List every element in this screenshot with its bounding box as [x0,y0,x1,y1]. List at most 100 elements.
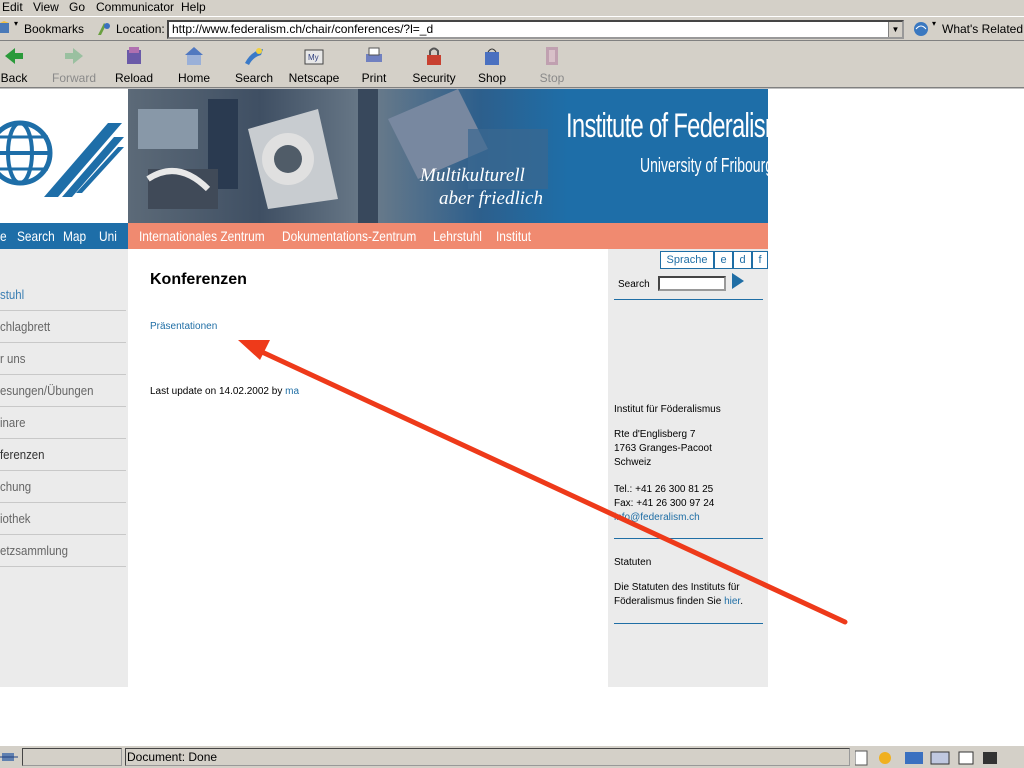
menu-help[interactable]: Help [181,0,206,14]
whats-related-icon[interactable] [912,20,932,38]
menu-bar: Edit View Go Communicator Help [0,0,1024,16]
whats-related-button[interactable]: What's Related [942,22,1023,36]
right-column: Sprache e d f Search Institut für Födera… [608,249,768,687]
forward-label: Forward [51,71,96,85]
url-input[interactable]: http://www.federalism.ch/chair/conferenc… [167,20,904,39]
site-search: Search [618,273,744,291]
sidebar-item-gesetzsammlung[interactable]: etzsammlung [0,535,126,567]
progress-bar [22,748,122,766]
address-line3: Schweiz [614,457,652,468]
telephone: Tel.: +41 26 300 81 25 [614,484,714,495]
page-title: Konferenzen [150,271,247,288]
nav-map-link[interactable]: Map [63,228,86,244]
address-line1: Rte d'Englisberg 7 [614,429,696,440]
divider [614,538,763,539]
location-icon [98,23,110,35]
sidebar-item-bibliothek[interactable]: iothek [0,503,126,535]
statuten-heading: Statuten [614,557,652,568]
menu-view[interactable]: View [33,0,59,14]
nav-search-link[interactable]: Search [17,228,55,244]
back-arrow-icon [5,48,23,64]
sidebar-item-seminare[interactable]: inare [0,407,126,439]
search-go-icon[interactable] [732,273,744,289]
menu-go[interactable]: Go [69,0,85,14]
connection-icon [0,753,18,761]
back-label: Back [0,71,28,85]
praesentationen-link[interactable]: Präsentationen [150,321,217,332]
sidebar-item-anschlagbrett[interactable]: chlagbrett [0,311,126,343]
forward-button[interactable]: Forward [44,43,104,87]
author-link[interactable]: ma [285,386,299,397]
banner-motto-line2: aber friedlich [439,188,543,209]
shop-bag-icon [485,48,499,65]
sidebar: stuhl chlagbrett r uns esungen/Übungen i… [0,249,128,687]
last-update-text: Last update on 14.02.2002 by [150,386,283,397]
bookmarks-button[interactable]: Bookmarks [24,22,84,36]
stop-label: Stop [539,71,565,85]
web-page: Institute of Federalism University of Fr… [0,89,1024,745]
print-label: Print [361,71,387,85]
divider [614,299,763,300]
security-button[interactable]: Security [404,43,464,87]
search-label: Search [234,71,274,85]
lang-f-button[interactable]: f [752,251,768,269]
nav-dokumentations-zentrum[interactable]: Dokumentations-Zentrum [282,228,416,244]
svg-text:My: My [308,53,319,62]
nav-home-link[interactable]: e [0,228,7,244]
search-button[interactable]: Search [224,43,284,87]
banner-title: Institute of Federalism [566,107,768,145]
menu-communicator[interactable]: Communicator [96,0,174,14]
banner-subtitle: University of Fribourg [640,155,768,177]
shop-button[interactable]: Shop [462,43,522,87]
globe-logo-icon [0,120,124,197]
sidebar-item-lehrstuhl[interactable]: stuhl [0,279,126,311]
sidebar-item-vorlesungen[interactable]: esungen/Übungen [0,375,126,407]
header-banner: Institute of Federalism University of Fr… [128,89,768,223]
status-field [125,748,850,766]
status-bar: Document: Done [0,745,1024,768]
home-icon [185,47,203,65]
lock-icon [427,47,441,65]
stop-button[interactable]: Stop [522,43,582,87]
statuten-link[interactable]: hier [724,596,740,607]
print-button[interactable]: Print [344,43,404,87]
shop-label: Shop [477,71,507,85]
home-button[interactable]: Home [164,43,224,87]
last-update: Last update on 14.02.2002 by ma [150,386,299,397]
sidebar-item-ueber-uns[interactable]: r uns [0,343,126,375]
top-nav: Internationales Zentrum Dokumentations-Z… [128,223,768,249]
sidebar-item-konferenzen[interactable]: ferenzen [0,439,126,471]
back-button[interactable]: Back [0,43,44,87]
reload-label: Reload [114,71,154,85]
nav-lehrstuhl[interactable]: Lehrstuhl [433,228,482,244]
printer-icon [366,47,382,62]
component-bar-icons [855,750,997,766]
netscape-button[interactable]: My Netscape [284,43,344,87]
stop-icon [546,47,558,65]
fax: Fax: +41 26 300 97 24 [614,498,715,509]
sidebar-item-forschung[interactable]: chung [0,471,126,503]
bookmark-icon[interactable] [0,21,12,35]
url-text: http://www.federalism.ch/chair/conferenc… [172,22,434,36]
menu-edit[interactable]: Edit [2,0,23,14]
search-label: Search [618,279,650,290]
nav-institut[interactable]: Institut [496,228,531,244]
nav-uni-link[interactable]: Uni [99,228,117,244]
email-link[interactable]: info@federalism.ch [614,511,700,524]
federalism-logo[interactable] [0,89,128,223]
divider [614,623,763,624]
netscape-label: Netscape [288,71,340,85]
chevron-down-icon[interactable]: ▼ [888,22,902,37]
reload-icon [127,47,141,64]
reload-button[interactable]: Reload [104,43,164,87]
location-toolbar: ▾ Bookmarks Location: http://www.federal… [0,16,1024,41]
banner-motto-line1: Multikulturell [420,165,525,186]
navigation-toolbar: Back Forward Reload Home Search My Netsc… [0,41,1024,88]
lang-e-button[interactable]: e [714,251,733,269]
lang-d-button[interactable]: d [733,251,752,269]
org-name: Institut für Föderalismus [614,404,721,415]
home-label: Home [177,71,210,85]
nav-internationales-zentrum[interactable]: Internationales Zentrum [139,228,265,244]
netscape-icon: My [304,49,324,65]
search-input[interactable] [658,276,726,291]
